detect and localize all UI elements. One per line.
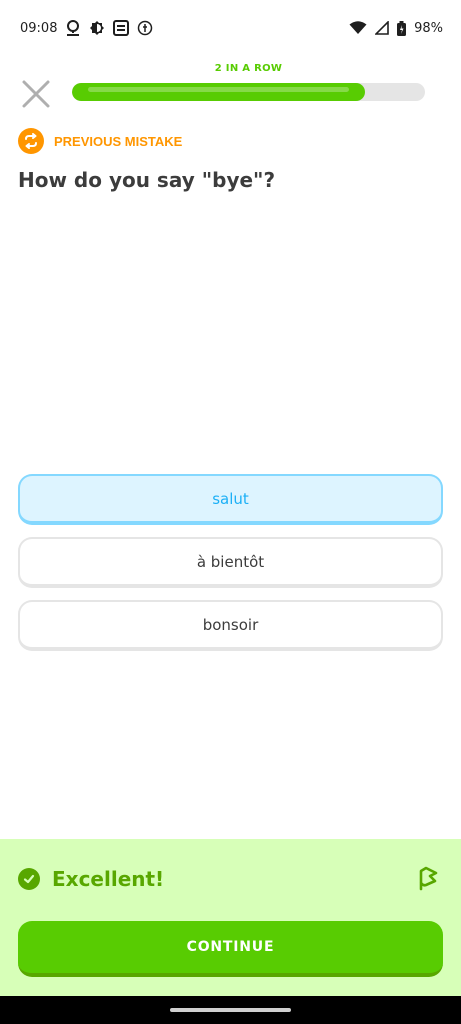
- wifi-icon: [349, 21, 367, 35]
- close-button[interactable]: [18, 76, 54, 112]
- lesson-progress-bar: [72, 83, 425, 101]
- status-time: 09:08: [20, 20, 58, 36]
- feedback-panel: Excellent! CONTINUE: [0, 839, 461, 996]
- location-icon: [65, 19, 81, 37]
- status-bar-right: 98%: [349, 20, 443, 36]
- battery-icon: [397, 20, 407, 36]
- question-prompt: How do you say "bye"?: [18, 168, 276, 192]
- progress-shine: [88, 87, 349, 92]
- previous-mistake-label: PREVIOUS MISTAKE: [54, 133, 183, 149]
- flag-icon: [419, 866, 438, 891]
- home-gesture-handle[interactable]: [170, 1008, 291, 1012]
- progress-fill: [72, 83, 365, 101]
- close-icon: [22, 80, 50, 108]
- report-flag-button[interactable]: [415, 865, 441, 891]
- answer-options: salut à bientôt bonsoir: [18, 474, 443, 663]
- system-navigation-bar: [0, 996, 461, 1024]
- streak-label: 2 IN A ROW: [214, 63, 283, 74]
- check-icon: [18, 868, 40, 890]
- answer-option-a-bientot[interactable]: à bientôt: [18, 537, 443, 588]
- battery-percentage: 98%: [414, 20, 443, 36]
- feedback-title: Excellent!: [52, 867, 165, 891]
- accessibility-icon: [137, 20, 153, 36]
- s-app-icon: [113, 20, 130, 36]
- answer-option-bonsoir[interactable]: bonsoir: [18, 600, 443, 651]
- answer-option-salut[interactable]: salut: [18, 474, 443, 525]
- brightness-icon: [89, 20, 105, 36]
- status-bar: 09:08 98%: [0, 0, 461, 56]
- cell-signal-icon: [375, 21, 389, 35]
- feedback-header: Excellent!: [18, 867, 164, 891]
- status-bar-left: 09:08: [20, 19, 153, 37]
- repeat-icon: [18, 128, 44, 154]
- previous-mistake-indicator: PREVIOUS MISTAKE: [18, 128, 182, 154]
- continue-button[interactable]: CONTINUE: [18, 921, 443, 977]
